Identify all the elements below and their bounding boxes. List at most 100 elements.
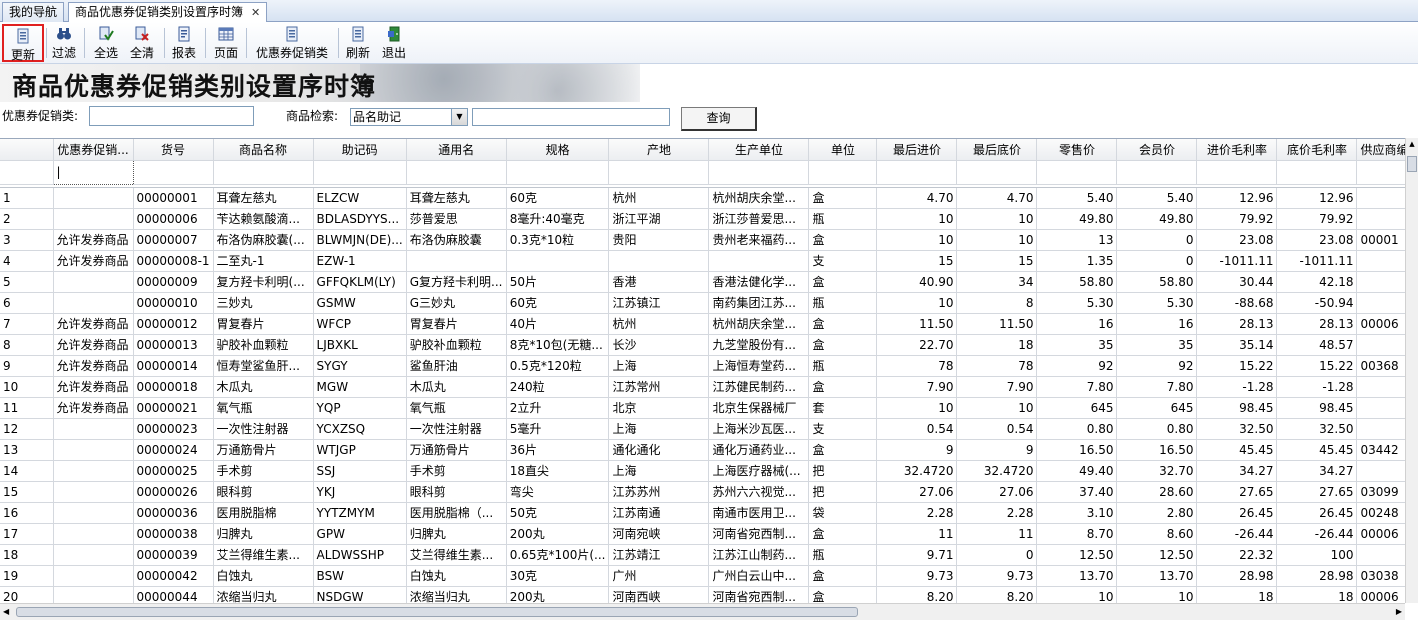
page-setup-button[interactable]: 页面 [210,24,242,62]
table-cell: 23.08 [1196,229,1278,251]
table-cell: 北京生保器械厂 [708,397,810,419]
filter-cell[interactable] [133,160,214,185]
table-row[interactable]: 2 00000006 苄达赖氨酸滴... BDLASDYYS... 莎普爱思 8毫升:40… [0,208,1413,230]
filter-cell[interactable] [708,160,810,185]
scroll-right-icon[interactable]: ▶ [1396,607,1402,616]
table-row[interactable]: 7 允许发券商品 00000012 胃复春片 WFCP 胃复春片 40片 杭州 杭州胡庆余堂..… [0,313,1413,335]
coupon-category-input[interactable] [89,106,254,126]
table-cell: 眼科剪 [213,481,314,503]
horizontal-scrollbar[interactable]: ◀ ▶ [0,603,1405,620]
table-cell: NSDGW [313,586,407,603]
filter-cell[interactable] [313,160,407,185]
refresh-button[interactable]: 刷新 [342,24,374,62]
column-header[interactable]: 助记码 [313,139,407,161]
filter-cell[interactable] [213,160,314,185]
table-cell: 0.65克*100片(... [506,544,610,566]
button-label: 全清 [129,46,154,60]
filter-cell[interactable] [1276,160,1358,185]
table-row[interactable]: 4 允许发券商品 00000008-1 二至丸-1 EZW-1 支 15 15 1.35 0 -10… [0,250,1413,272]
column-header[interactable]: 供应商编 [1356,139,1413,161]
column-header[interactable]: 商品名称 [213,139,314,161]
vertical-scrollbar[interactable]: ▲ [1405,138,1418,603]
filter-cell[interactable] [1036,160,1118,185]
table-cell: 万通筋骨片 [406,439,507,461]
column-header[interactable]: 进价毛利率 [1196,139,1278,161]
table-row[interactable]: 18 00000039 艾兰得维生素... ALDWSSHP 艾兰得维生素... 0.65… [0,544,1413,566]
table-cell [1356,460,1413,482]
close-icon[interactable]: ✕ [251,3,260,22]
clear-all-button[interactable]: 全清 [126,24,158,62]
table-row[interactable]: 12 00000023 一次性注射器 YCXZSQ 一次性注射器 5毫升 上海 上海米沙瓦医.… [0,418,1413,440]
toolbar-divider [205,28,206,58]
filter-cell[interactable] [956,160,1038,185]
search-input[interactable] [472,108,670,126]
update-button[interactable]: 更新 [2,24,44,62]
table-cell: GSMW [313,292,407,314]
column-header[interactable]: 零售价 [1036,139,1118,161]
filter-cell[interactable] [1116,160,1198,185]
table-row[interactable]: 9 允许发券商品 00000014 恒寿堂鲨鱼肝... SYGY 鲨鱼肝油 0.5克*120… [0,355,1413,377]
table-row[interactable]: 11 允许发券商品 00000021 氧气瓶 YQP 氧气瓶 2立升 北京 北京生保器械厂套 10… [0,397,1413,419]
table-cell: 驴胶补血颗粒 [213,334,314,356]
row-number-cell: 18 [0,544,54,566]
column-header[interactable]: 会员价 [1116,139,1198,161]
table-cell: 34.27 [1276,460,1358,482]
column-header[interactable]: 通用名 [406,139,507,161]
column-header[interactable]: 优惠券促销... [53,139,134,161]
filter-cell[interactable] [808,160,878,185]
vertical-scroll-thumb[interactable] [1407,156,1417,172]
table-cell: 9.73 [876,565,958,587]
table-row[interactable]: 3 允许发券商品 00000007 布洛伪麻胶囊(... BLWMJN(DE)... 布洛… [0,229,1413,251]
column-header[interactable]: 货号 [133,139,214,161]
report-button[interactable]: 报表 [168,24,200,62]
table-row[interactable]: 13 00000024 万通筋骨片 WTJGP 万通筋骨片 36片 通化通化 通化万通药业..… [0,439,1413,461]
filter-button[interactable]: 过滤 [48,24,80,62]
table-row[interactable]: 1 00000001 耳聋左慈丸 ELZCW 耳聋左慈丸 60克 杭州 杭州胡庆余堂... 盒 4… [0,187,1413,209]
filter-cell[interactable] [1356,160,1413,185]
select-all-button[interactable]: 全选 [90,24,122,62]
table-cell: 眼科剪 [406,481,507,503]
search-mode-select[interactable]: 品名助记 ▼ [350,108,468,126]
table-row[interactable]: 19 00000042 白蚀丸 BSW 白蚀丸 30克 广州 广州白云山中... 盒 9.73 9.… [0,565,1413,587]
table-cell: 医用脱脂棉 [213,502,314,524]
table-row[interactable]: 15 00000026 眼科剪 YKJ 眼科剪 弯尖 江苏苏州 苏州六六视觉... 把 27.06… [0,481,1413,503]
table-cell [53,481,134,503]
exit-button[interactable]: 退出 [378,24,410,62]
filter-cell[interactable] [406,160,507,185]
column-header[interactable] [0,139,54,161]
column-header[interactable]: 单位 [808,139,878,161]
table-cell: 32.50 [1276,418,1358,440]
table-cell: 10 [956,397,1038,419]
query-button[interactable]: 查询 [681,107,757,131]
scroll-up-icon[interactable]: ▲ [1407,140,1417,152]
horizontal-scroll-thumb[interactable] [16,607,858,617]
table-row[interactable]: 10 允许发券商品 00000018 木瓜丸 MGW 木瓜丸 240粒 江苏常州 江苏健民制药.… [0,376,1413,398]
table-cell [1356,250,1413,272]
chevron-down-icon[interactable]: ▼ [451,109,467,125]
filter-cell-active[interactable]: | [52,159,134,185]
table-row[interactable]: 8 允许发券商品 00000013 驴胶补血颗粒 LJBXKL 驴胶补血颗粒 8克*10包(… [0,334,1413,356]
tab-my-navigation[interactable]: 我的导航 [2,2,65,22]
table-cell: 18 [1276,586,1358,603]
table-row[interactable]: 17 00000038 归脾丸 GPW 归脾丸 200丸 河南宛峡 河南省宛西制... 盒 11 1… [0,523,1413,545]
column-header[interactable]: 最后底价 [956,139,1038,161]
column-header[interactable]: 产地 [608,139,710,161]
scroll-left-icon[interactable]: ◀ [3,607,9,616]
column-header[interactable]: 规格 [506,139,610,161]
column-header[interactable]: 最后进价 [876,139,958,161]
row-number-cell: 2 [0,208,54,230]
button-label: 报表 [171,46,196,60]
filter-cell[interactable] [1196,160,1278,185]
table-row[interactable]: 14 00000025 手术剪 SSJ 手术剪 18直尖 上海 上海医疗器械(... 把 32.4… [0,460,1413,482]
tab-coupon-category[interactable]: 商品优惠券促销类别设置序时簿 ✕ [68,2,268,23]
table-row[interactable]: 5 00000009 复方羟卡利明(... GFFQKLM(LY) G复方羟卡利明...… [0,271,1413,293]
table-row[interactable]: 20 00000044 浓缩当归丸 NSDGW 浓缩当归丸 200丸 河南西峡 河南省宛西制.… [0,586,1413,603]
column-header[interactable]: 生产单位 [708,139,810,161]
filter-cell[interactable] [506,160,610,185]
coupon-category-button[interactable]: 优惠券促销类 [252,24,332,62]
column-header[interactable]: 底价毛利率 [1276,139,1358,161]
filter-cell[interactable] [608,160,710,185]
table-row[interactable]: 6 00000010 三妙丸 GSMW G三妙丸 60克 江苏镇江 南药集团江苏... 瓶 10 8… [0,292,1413,314]
table-row[interactable]: 16 00000036 医用脱脂棉 YYTZMYM 医用脱脂棉（... 50克 江苏南通 南通… [0,502,1413,524]
filter-cell[interactable] [876,160,958,185]
